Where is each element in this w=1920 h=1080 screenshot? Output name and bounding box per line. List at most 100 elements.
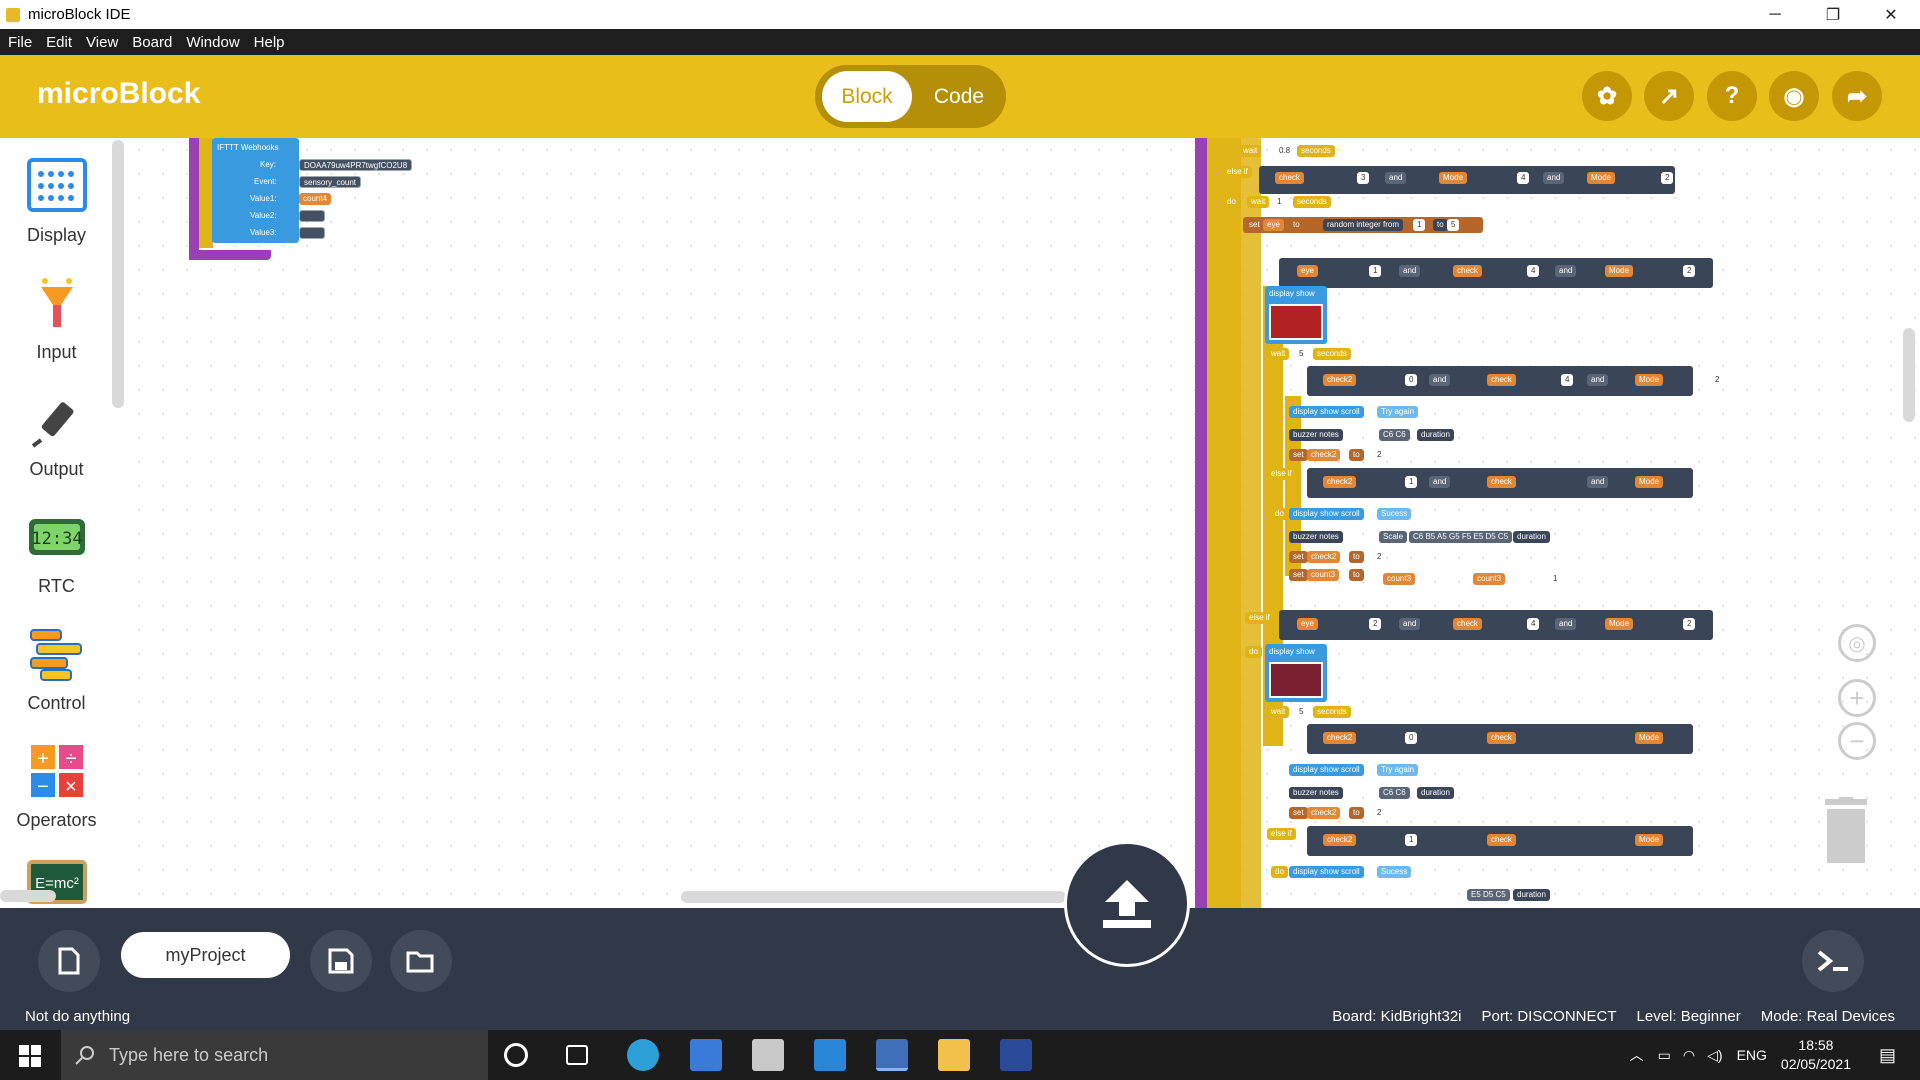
number-value[interactable]: 3 [1357, 172, 1370, 184]
menu-view[interactable]: View [86, 34, 118, 51]
var-mode[interactable]: Mode [1635, 374, 1664, 386]
project-name-field[interactable]: myProject [121, 932, 290, 978]
menu-help[interactable]: Help [254, 34, 285, 51]
minimize-button[interactable]: ─ [1746, 0, 1804, 29]
file-explorer-icon[interactable] [938, 1039, 970, 1071]
ifttt-value1[interactable]: count4 [299, 193, 332, 205]
notes-value[interactable]: C6 C6 [1379, 787, 1410, 799]
cortana-icon[interactable] [504, 1043, 528, 1067]
category-rtc[interactable]: 12:34 RTC [0, 509, 113, 597]
var-mode[interactable]: Mode [1635, 732, 1664, 744]
var-count3[interactable]: count3 [1473, 573, 1506, 585]
led-matrix[interactable] [1269, 662, 1323, 698]
number-value[interactable]: 2 [1711, 374, 1724, 386]
category-output[interactable]: Output [0, 392, 113, 480]
var-check[interactable]: check [1487, 732, 1516, 744]
language-indicator[interactable]: ENG [1737, 1047, 1767, 1063]
share-icon[interactable]: ➦ [1832, 71, 1882, 121]
var-check2[interactable]: check2 [1307, 807, 1341, 819]
var-check[interactable]: check [1487, 834, 1516, 846]
edge-browser-icon[interactable] [627, 1039, 659, 1071]
scroll-text[interactable]: Sucess [1377, 508, 1412, 520]
category-control[interactable]: Control [0, 626, 113, 714]
clock[interactable]: 18:58 02/05/2021 [1781, 1036, 1851, 1074]
var-eye[interactable]: eye [1297, 618, 1318, 630]
store-icon[interactable] [752, 1039, 784, 1071]
display-show-block[interactable]: display show [1265, 286, 1327, 344]
wait-value[interactable]: 1 [1273, 196, 1286, 208]
extensions-icon[interactable]: ✿ [1582, 71, 1632, 121]
battery-icon[interactable]: ▭ [1658, 1047, 1671, 1064]
else-if-condition-block[interactable] [1279, 610, 1713, 640]
zoom-out-icon[interactable]: − [1838, 722, 1876, 760]
scroll-text[interactable]: Try again [1377, 406, 1419, 418]
scroll-text[interactable]: Sucess [1377, 866, 1412, 878]
var-check[interactable]: check [1487, 476, 1516, 488]
random-from[interactable]: 1 [1413, 219, 1426, 231]
scroll-text[interactable]: Try again [1377, 764, 1419, 776]
workspace-vscrollbar[interactable] [1903, 328, 1915, 422]
var-count3[interactable]: count3 [1307, 569, 1340, 581]
ifttt-event-value[interactable]: sensory_count [299, 176, 362, 188]
ifttt-webhooks-block[interactable]: IFTTT Webhooks Key: Event: Value1: Value… [212, 138, 299, 243]
save-button[interactable] [310, 930, 372, 992]
var-mode[interactable]: Mode [1587, 172, 1616, 184]
app-taskbar-icon[interactable] [690, 1039, 722, 1071]
menu-edit[interactable]: Edit [46, 34, 72, 51]
number-value[interactable]: 4 [1561, 374, 1574, 386]
if-condition-block[interactable] [1279, 258, 1713, 288]
notes-value[interactable]: C6 C6 [1379, 429, 1410, 441]
wait-value[interactable]: 0.8 [1275, 145, 1295, 157]
number-value[interactable]: 2 [1373, 551, 1386, 563]
menu-file[interactable]: File [8, 34, 32, 51]
number-value[interactable]: 4 [1527, 265, 1540, 277]
var-check2[interactable]: check2 [1307, 449, 1341, 461]
display-show-block[interactable]: display show [1265, 644, 1327, 702]
github-icon[interactable]: ◉ [1769, 71, 1819, 121]
wait-value[interactable]: 5 [1295, 348, 1308, 360]
terminal-button[interactable] [1802, 930, 1864, 992]
notes-value[interactable]: E5 D5 C5 [1467, 889, 1510, 901]
led-matrix[interactable] [1269, 304, 1323, 340]
number-value[interactable]: 2 [1373, 449, 1386, 461]
open-folder-button[interactable] [390, 930, 452, 992]
var-check2[interactable]: check2 [1323, 476, 1357, 488]
new-file-button[interactable] [38, 930, 100, 992]
close-button[interactable]: ✕ [1862, 0, 1920, 29]
number-value[interactable]: 1 [1549, 573, 1562, 585]
notes-value[interactable]: C6 B5 A5 G5 F5 E5 D5 C5 [1409, 531, 1513, 543]
number-value[interactable]: 4 [1527, 618, 1540, 630]
workspace-hscrollbar[interactable] [681, 891, 1066, 903]
mail-icon[interactable] [814, 1039, 846, 1071]
chevron-up-icon[interactable]: ︿ [1630, 1045, 1644, 1065]
category-operators[interactable]: + ÷ − × Operators [0, 743, 113, 831]
var-check[interactable]: check [1453, 618, 1482, 630]
var-check2[interactable]: check2 [1323, 374, 1357, 386]
number-value[interactable]: 2 [1373, 807, 1386, 819]
var-eye[interactable]: eye [1297, 265, 1318, 277]
random-to[interactable]: 5 [1447, 219, 1460, 231]
windows-start-icon[interactable] [19, 1045, 41, 1067]
number-value[interactable]: 2 [1683, 618, 1696, 630]
number-value[interactable]: 2 [1661, 172, 1674, 184]
task-view-icon[interactable] [566, 1045, 588, 1065]
var-check[interactable]: check [1275, 172, 1304, 184]
category-input[interactable]: Input [0, 275, 113, 363]
graph-icon[interactable]: ↗ [1644, 71, 1694, 121]
active-app-icon[interactable] [876, 1039, 908, 1071]
menu-board[interactable]: Board [132, 34, 172, 51]
help-icon[interactable]: ? [1707, 71, 1757, 121]
recenter-icon[interactable]: ◎ [1838, 624, 1876, 662]
palette-hscrollbar[interactable] [0, 890, 56, 902]
var-check[interactable]: check [1487, 374, 1516, 386]
menu-window[interactable]: Window [186, 34, 239, 51]
number-value[interactable]: 2 [1369, 618, 1382, 630]
var-mode[interactable]: Mode [1439, 172, 1468, 184]
var-count3[interactable]: count3 [1383, 573, 1416, 585]
upload-button[interactable] [1064, 841, 1190, 967]
ifttt-value2[interactable] [299, 210, 325, 222]
zoom-in-icon[interactable]: + [1838, 679, 1876, 717]
maximize-button[interactable]: ❐ [1804, 0, 1862, 29]
number-value[interactable]: 0 [1405, 374, 1418, 386]
number-value[interactable]: 1 [1369, 265, 1382, 277]
